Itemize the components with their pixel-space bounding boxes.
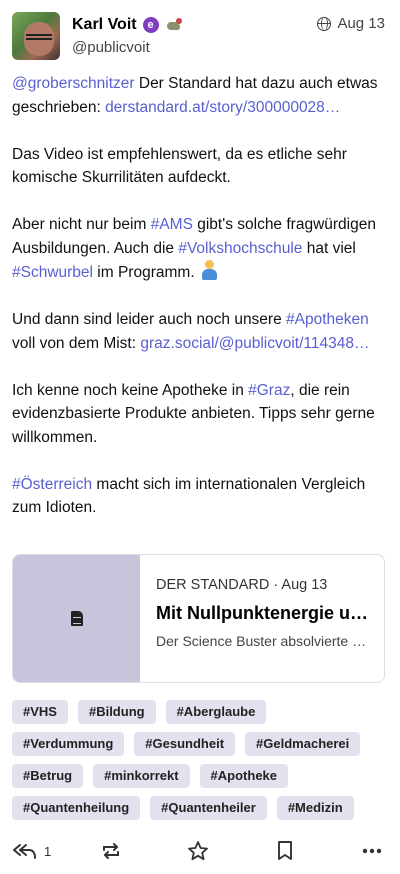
post-header: Karl Voit e @publicvoit Aug 13 [12,12,385,60]
derstandard-link[interactable]: derstandard.at/story/300000028… [105,99,340,116]
card-description: Der Science Buster absolvierte einen Kur… [156,633,370,649]
card-body: DER STANDARD · Aug 13 Mit Nullpunktenerg… [156,577,370,649]
card-thumbnail [13,555,140,682]
paragraph-5: Ich kenne noch keine Apotheke in #Graz, … [12,379,386,450]
paragraph-6: #Österreich macht sich im internationale… [12,473,386,520]
avatar[interactable] [12,12,60,60]
bookmark-button[interactable] [276,836,294,866]
hashtag-apotheken[interactable]: #Apotheken [286,311,369,328]
reply-all-button[interactable]: 1 [12,836,51,866]
card-source: DER STANDARD · Aug 13 [156,577,328,593]
boost-button[interactable] [100,836,122,866]
star-icon [188,841,208,861]
reply-count: 1 [44,843,52,859]
document-icon [70,611,83,626]
more-icon [362,848,382,854]
account-handle[interactable]: @publicvoit [72,39,150,56]
card-title: Mit Nullpunktenergie und Quantenheilung [156,603,370,623]
action-bar: 1 [0,836,400,866]
hashtag-chip[interactable]: #Quantenheilung [12,796,141,820]
hashtag-schwurbel[interactable]: #Schwurbel [12,264,93,281]
post-date[interactable]: Aug 13 [337,15,385,32]
hashtag-chip[interactable]: #Geldmacherei [245,732,361,756]
paragraph-3: Aber nicht nur beim #AMS gibt's solche f… [12,213,386,285]
hashtag-oesterreich[interactable]: #Österreich [12,476,92,493]
e-badge-icon: e [142,17,159,33]
hashtag-chip[interactable]: #Quantenheiler [150,796,267,820]
globe-icon [317,16,332,31]
post-meta: Aug 13 [317,15,385,32]
paragraph-text: voll von dem Mist: [12,334,141,352]
paragraph-text: Und dann sind leider auch noch unsere [12,311,287,328]
boost-icon [103,843,119,859]
name-row: Karl Voit e [72,14,185,36]
paragraph-text: Ich kenne noch keine Apotheke in [12,381,249,399]
paragraph-text: Aber nicht nur beim [12,216,151,233]
display-name[interactable]: Karl Voit [72,16,137,34]
link-preview-card[interactable]: DER STANDARD · Aug 13 Mit Nullpunktenerg… [12,554,385,683]
paragraph-text: im Programm. [93,264,199,281]
paragraph-text: hat viel [302,239,356,257]
hashtag-graz[interactable]: #Graz [248,382,290,399]
favourite-button[interactable] [187,836,209,866]
hashtag-chip[interactable]: #Gesundheit [134,732,236,756]
hashtag-chip[interactable]: #Verdummung [12,732,125,756]
hashtag-bar: #VHS #Bildung #Aberglaube #Verdummung #G… [12,700,388,820]
hashtag-chip[interactable]: #Aberglaube [165,700,267,724]
paragraph-2: Das Video ist empfehlenswert, da es etli… [12,145,347,187]
more-button[interactable] [361,836,383,866]
bookmark-icon [278,841,292,860]
avatar-glasses [26,34,52,40]
reply-all-icon [13,844,36,859]
hashtag-volkshochschule[interactable]: #Volkshochschule [178,240,302,257]
man-facepalming-icon [199,260,219,280]
mouse-icon [165,17,185,33]
graz-social-link[interactable]: graz.social/@publicvoit/114348… [140,335,369,352]
post-content: @groberschnitzer Der Standard hat dazu a… [12,72,386,543]
mention-link[interactable]: @groberschnitzer [12,75,135,92]
hashtag-chip[interactable]: #VHS [12,700,68,724]
hashtag-chip[interactable]: #Bildung [77,700,156,724]
hashtag-chip[interactable]: #minkorrekt [93,764,190,788]
hashtag-ams[interactable]: #AMS [151,216,193,233]
hashtag-chip[interactable]: #Medizin [276,796,354,820]
paragraph-1: @groberschnitzer Der Standard hat dazu a… [12,72,386,119]
hashtag-chip[interactable]: #Apotheke [199,764,289,788]
hashtag-chip[interactable]: #Betrug [12,764,84,788]
paragraph-4: Und dann sind leider auch noch unsere #A… [12,308,386,355]
